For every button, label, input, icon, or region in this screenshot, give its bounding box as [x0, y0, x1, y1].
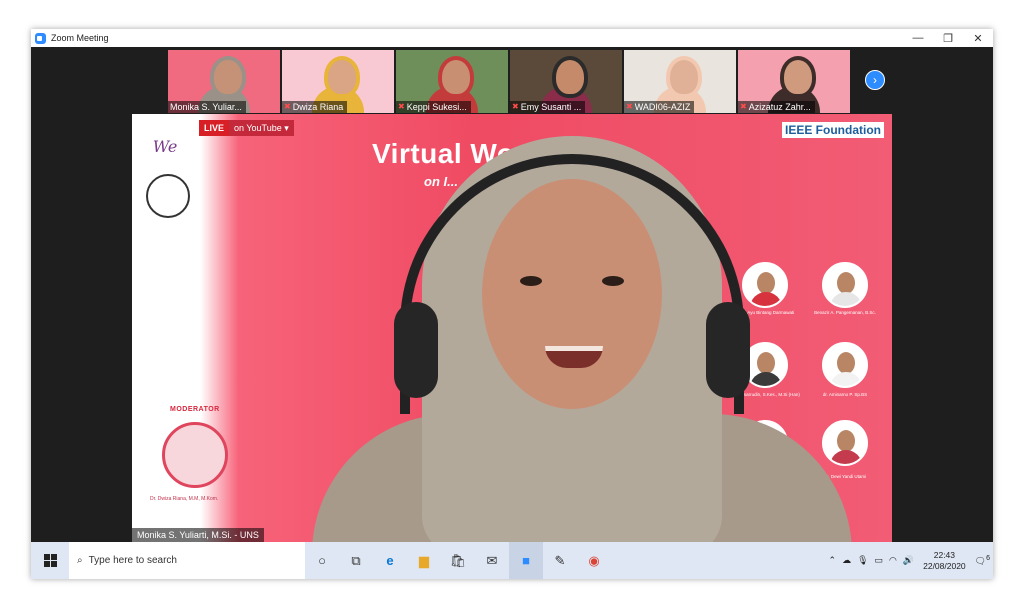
chevron-up-icon[interactable]: ⌃	[829, 555, 837, 566]
mic-muted-icon: ✖	[512, 102, 519, 111]
participant-head	[210, 56, 246, 98]
participant-name: ✖ Keppi Sukesi...	[396, 101, 471, 113]
zoom-taskbar-button[interactable]: ■	[509, 542, 543, 579]
camera-icon[interactable]: ▭	[875, 555, 884, 566]
chrome-icon: ◉	[588, 552, 600, 568]
headphone-earcup	[394, 302, 438, 398]
moderator-name: Dr. Dwiza Riana, M.M, M.Kom.	[150, 496, 219, 502]
notification-icon[interactable]: 🗨6	[975, 555, 990, 567]
clock-date: 22/08/2020	[923, 560, 966, 571]
maximize-button[interactable]: ❐	[933, 29, 963, 47]
zoom-app-icon	[35, 32, 46, 44]
mic-muted-icon: ✖	[740, 102, 747, 111]
windows-icon	[43, 554, 57, 567]
participant-name: ✖ WADI06-AZIZ	[624, 101, 695, 113]
zoom-window: Zoom Meeting — ❐ ✕ Monika S. Yuliar... ✖…	[31, 29, 993, 579]
notification-count: 6	[986, 554, 990, 562]
active-speaker	[302, 124, 852, 542]
file-explorer-button[interactable]: ▆	[407, 542, 441, 579]
next-participants-button[interactable]: ›	[865, 70, 885, 90]
we-logo: We	[140, 124, 190, 170]
mic-muted-icon: ✖	[284, 102, 291, 111]
youtube-label: on YouTube ▾	[229, 120, 294, 136]
speaker-name-overlay: Monika S. Yuliarti, M.Si. - UNS	[132, 528, 264, 542]
task-view-icon: ⧉	[351, 552, 361, 568]
live-stream-badge[interactable]: LIVE on YouTube ▾	[199, 120, 294, 136]
zoom-icon: ■	[522, 553, 530, 568]
participant-tile[interactable]: ✖ WADI06-AZIZ	[624, 50, 736, 113]
wifi-icon[interactable]: ◠	[889, 555, 897, 566]
task-view-button[interactable]: ⧉	[339, 542, 373, 579]
chrome-button[interactable]: ◉	[577, 542, 611, 579]
headphone-earcup	[706, 302, 750, 398]
organization-logo	[146, 174, 190, 218]
live-label: LIVE	[199, 120, 230, 136]
mail-icon: ✉	[486, 552, 498, 568]
chevron-right-icon: ›	[873, 73, 877, 87]
mic-muted-icon: ✖	[626, 102, 633, 111]
volume-icon[interactable]: 🔊	[903, 555, 914, 566]
window-title: Zoom Meeting	[51, 33, 109, 43]
mic-muted-icon: ✖	[398, 102, 405, 111]
taskbar-search[interactable]: ⌕ Type here to search	[69, 542, 305, 579]
moderator-label: MODERATOR	[170, 406, 220, 413]
participant-tile[interactable]: ✖ Dwiza Riana	[282, 50, 394, 113]
participant-head	[324, 56, 360, 98]
participant-tile[interactable]: ✖ Keppi Sukesi...	[396, 50, 508, 113]
moderator-photo	[162, 422, 228, 488]
participant-name: ✖ Azizatuz Zahr...	[738, 101, 815, 113]
participant-name: ✖ Emy Susanti ...	[510, 101, 586, 113]
participant-head	[438, 56, 474, 98]
microphone-icon[interactable]: 🎙	[857, 555, 868, 566]
clock-time: 22:43	[933, 549, 956, 560]
start-button[interactable]	[31, 542, 69, 579]
participant-tile[interactable]: Monika S. Yuliar...	[168, 50, 280, 113]
mail-button[interactable]: ✉	[475, 542, 509, 579]
paint-button[interactable]: ✎	[543, 542, 577, 579]
participant-name: Monika S. Yuliar...	[168, 101, 246, 113]
folder-icon: ▆	[419, 552, 429, 568]
participant-name: ✖ Dwiza Riana	[282, 101, 348, 113]
edge-icon: e	[386, 553, 394, 568]
participant-strip: Monika S. Yuliar... ✖ Dwiza Riana ✖ Keppi …	[31, 48, 993, 114]
participant-tile[interactable]: ✖ Emy Susanti ...	[510, 50, 622, 113]
participant-tile[interactable]: ✖ Azizatuz Zahr...	[738, 50, 850, 113]
store-button[interactable]: 🛍	[441, 542, 475, 579]
circle-icon: ○	[318, 553, 326, 568]
clock[interactable]: 22:43 22/08/2020	[923, 550, 966, 572]
paint-icon: ✎	[554, 552, 566, 568]
minimize-button[interactable]: —	[903, 29, 933, 47]
edge-button[interactable]: e	[373, 542, 407, 579]
headphones-icon	[400, 154, 744, 414]
participant-head	[552, 56, 588, 98]
cloud-icon[interactable]: ☁	[842, 555, 851, 566]
close-button[interactable]: ✕	[963, 29, 993, 47]
cortana-button[interactable]: ○	[305, 542, 339, 579]
store-icon: 🛍	[449, 552, 467, 568]
participant-head	[780, 56, 816, 98]
main-video[interactable]: We LIVE on YouTube ▾ Virtual Workshop on…	[132, 114, 892, 542]
title-bar: Zoom Meeting — ❐ ✕	[31, 29, 993, 47]
taskbar: ⌕ Type here to search ○ ⧉ e ▆ 🛍 ✉ ■ ✎ ◉ …	[31, 542, 993, 579]
system-tray: ⌃ ☁ 🎙 ▭ ◠ 🔊 22:43 22/08/2020 🗨6	[826, 542, 993, 579]
search-icon: ⌕	[77, 555, 83, 566]
search-placeholder: Type here to search	[88, 555, 177, 566]
participant-head	[666, 56, 702, 98]
